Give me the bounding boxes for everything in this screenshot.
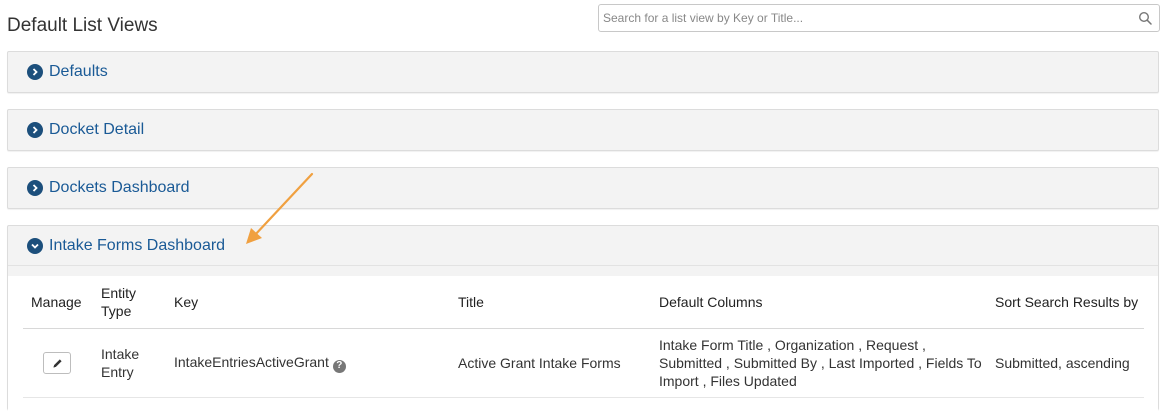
col-header-title: Title — [450, 276, 651, 329]
panel-label: Defaults — [49, 63, 108, 80]
panel-header-defaults[interactable]: Defaults — [8, 52, 1158, 92]
chevron-right-icon — [27, 64, 43, 80]
page-title: Default List Views — [7, 15, 158, 36]
panel-intake-forms-dashboard: Intake Forms Dashboard Manage Entity Typ… — [7, 225, 1159, 420]
panel-body: Manage Entity Type Key Title Default Col… — [8, 276, 1158, 420]
panel-label: Intake Forms Dashboard — [49, 236, 226, 254]
col-header-default-columns: Default Columns — [651, 276, 987, 329]
chevron-right-icon — [27, 180, 43, 196]
chevron-right-icon — [27, 122, 43, 138]
panel-dockets-dashboard: Dockets Dashboard — [7, 167, 1159, 209]
search-icon[interactable] — [1138, 11, 1152, 25]
panel-label: Dockets Dashboard — [49, 179, 190, 196]
col-header-key: Key — [166, 276, 450, 329]
panel-label: Docket Detail — [49, 121, 145, 138]
chevron-down-icon — [27, 237, 43, 254]
cell-entity-type: Intake Entry — [93, 328, 166, 398]
table-row: Intake Entry IntakeEntriesActiveGrant? A… — [23, 328, 1144, 398]
pencil-icon — [53, 358, 62, 367]
panel-header-intake-forms-dashboard[interactable]: Intake Forms Dashboard — [8, 226, 1158, 266]
edit-button[interactable] — [43, 352, 71, 374]
col-header-entity-type: Entity Type — [93, 276, 166, 329]
question-circle-icon[interactable]: ? — [332, 359, 346, 373]
cell-sort: Submitted, ascending — [987, 328, 1144, 398]
panel-docket-detail: Docket Detail — [7, 109, 1159, 151]
col-header-sort: Sort Search Results by — [987, 276, 1144, 329]
annotation-arrow-icon — [246, 172, 314, 244]
list-views-table: Manage Entity Type Key Title Default Col… — [23, 276, 1144, 398]
key-text: IntakeEntriesActiveGrant — [174, 354, 329, 371]
cell-title: Active Grant Intake Forms — [450, 328, 651, 398]
table-header-row: Manage Entity Type Key Title Default Col… — [23, 276, 1144, 329]
cell-default-columns: Intake Form Title , Organization , Reque… — [651, 328, 987, 398]
cell-key: IntakeEntriesActiveGrant? — [166, 328, 450, 398]
search-input[interactable] — [599, 5, 1129, 31]
panel-header-dockets-dashboard[interactable]: Dockets Dashboard — [8, 168, 1158, 208]
search-box[interactable] — [598, 4, 1160, 32]
col-header-manage: Manage — [23, 276, 93, 329]
panel-defaults: Defaults — [7, 51, 1159, 93]
cell-manage — [23, 328, 93, 398]
panel-header-docket-detail[interactable]: Docket Detail — [8, 110, 1158, 150]
